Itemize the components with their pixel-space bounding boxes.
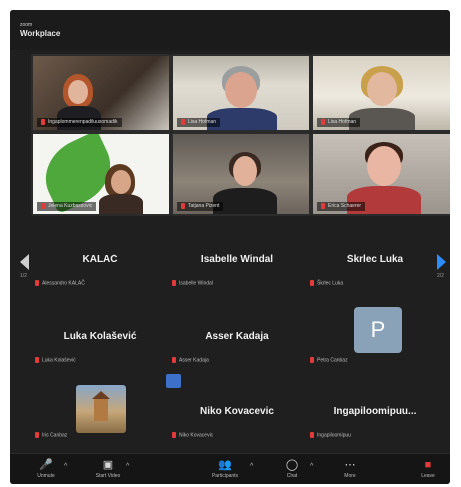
chevron-up-icon[interactable]: ^ bbox=[310, 463, 313, 470]
participant-label: Iris Canbaz bbox=[42, 432, 68, 438]
video-tile[interactable]: Jelena Kuzbassovic bbox=[31, 132, 171, 216]
participant-tile[interactable]: Luka Kolašević Luka Kolašević bbox=[35, 307, 165, 369]
video-label: Start Video bbox=[95, 473, 121, 479]
participant-label: Niko Kovacevic bbox=[179, 432, 214, 438]
video-tile-label: Lisa Hofman bbox=[188, 119, 217, 125]
muted-mic-icon bbox=[310, 279, 314, 286]
participant-label: Isabelle Windal bbox=[179, 280, 213, 286]
video-gallery: Ingaplommerenpadiluusomadik Lisa Hofman … bbox=[31, 54, 450, 216]
participant-name: Ingapiloomipuu... bbox=[333, 406, 417, 417]
muted-mic-icon bbox=[321, 118, 325, 125]
video-tile-label: Lisa Hofman bbox=[328, 119, 357, 125]
muted-mic-icon bbox=[181, 202, 185, 209]
video-tile-label: Jelena Kuzbassovic bbox=[48, 203, 93, 209]
muted-mic-icon bbox=[310, 356, 314, 363]
video-button[interactable]: ▣ Start Video bbox=[90, 457, 126, 483]
participant-label: Asser Kadaja bbox=[179, 357, 209, 363]
video-tile-label: Erica Schaerer bbox=[328, 203, 362, 209]
participant-label: Škrlec Luka bbox=[317, 280, 344, 286]
mic-off-icon: 🎤 bbox=[39, 459, 53, 471]
chat-button[interactable]: ◯ Chat bbox=[274, 457, 310, 483]
participant-name: Isabelle Windal bbox=[200, 254, 274, 265]
participant-tile[interactable]: Asser Kadaja Asser Kadaja bbox=[172, 307, 302, 369]
leave-label: Leave bbox=[421, 473, 435, 479]
meeting-toolbar: 🎤 Unmute ^ ▣ Start Video ^ 👥 Participant… bbox=[10, 453, 450, 484]
more-button[interactable]: ⋯ More bbox=[332, 457, 368, 483]
video-icon: ▣ bbox=[102, 459, 114, 471]
participant-name: Niko Kovacevic bbox=[200, 406, 274, 417]
participant-name: Asser Kadaja bbox=[205, 331, 269, 342]
previous-page-button[interactable]: 1/2 bbox=[17, 240, 33, 290]
muted-mic-icon bbox=[35, 356, 39, 363]
video-tile[interactable]: Lisa Hofman bbox=[311, 54, 450, 132]
mute-button[interactable]: 🎤 Unmute bbox=[28, 457, 64, 483]
more-label: More bbox=[344, 473, 356, 479]
title-bar: zoom Workplace bbox=[10, 10, 450, 50]
participant-tile[interactable]: Isabelle Windal Isabelle Windal bbox=[172, 230, 302, 292]
participants-label: Participants bbox=[211, 473, 239, 479]
participant-label: Alessandro KALAČ bbox=[42, 280, 85, 286]
participant-label: Ingapiloomipuu bbox=[317, 432, 351, 438]
mute-label: Unmute bbox=[37, 473, 55, 479]
arrow-left-icon bbox=[20, 254, 29, 270]
participant-tile[interactable]: KALAČ Alessandro KALAČ bbox=[35, 230, 165, 292]
participant-tile[interactable]: Ingapiloomipuu... Ingapiloomipuu bbox=[310, 382, 440, 444]
participant-tile[interactable]: Iris Canbaz bbox=[35, 382, 165, 444]
participant-tile[interactable]: Škrlec Luka Škrlec Luka bbox=[310, 230, 440, 292]
video-tile[interactable]: Tatjana Pizent bbox=[171, 132, 311, 216]
leave-icon: ■ bbox=[424, 459, 432, 471]
chevron-up-icon[interactable]: ^ bbox=[250, 463, 253, 470]
muted-mic-icon bbox=[310, 431, 314, 438]
muted-mic-icon bbox=[181, 118, 185, 125]
video-tile[interactable]: Erica Schaerer bbox=[311, 132, 450, 216]
more-icon: ⋯ bbox=[344, 459, 356, 471]
chat-label: Chat bbox=[286, 473, 298, 479]
chevron-up-icon[interactable]: ^ bbox=[126, 463, 129, 470]
video-tile[interactable]: Lisa Hofman bbox=[171, 54, 311, 132]
muted-mic-icon bbox=[35, 431, 39, 438]
participant-name: Škrlec Luka bbox=[346, 254, 404, 265]
participant-name: Luka Kolašević bbox=[63, 331, 137, 342]
participant-name: KALAČ bbox=[82, 254, 118, 265]
avatar: P bbox=[354, 307, 402, 353]
video-tile-label: Ingaplommerenpadiluusomadik bbox=[48, 119, 118, 125]
app-small-label: zoom bbox=[20, 22, 33, 28]
page-indicator: 1/2 bbox=[20, 273, 27, 279]
video-tile[interactable]: Ingaplommerenpadiluusomadik bbox=[31, 54, 171, 132]
muted-mic-icon bbox=[172, 431, 176, 438]
participants-button[interactable]: 👥 Participants bbox=[200, 457, 250, 483]
window-title: Workplace bbox=[20, 29, 61, 38]
muted-mic-icon bbox=[172, 279, 176, 286]
muted-mic-icon bbox=[41, 202, 45, 209]
meeting-window: zoom Workplace Ingaplommerenpadiluusomad… bbox=[10, 10, 450, 484]
muted-mic-icon bbox=[35, 279, 39, 286]
participant-label: Petra Canbaz bbox=[317, 357, 348, 363]
chevron-up-icon[interactable]: ^ bbox=[64, 463, 67, 470]
video-tile-label: Tatjana Pizent bbox=[188, 203, 220, 209]
muted-mic-icon bbox=[172, 356, 176, 363]
muted-mic-icon bbox=[321, 202, 325, 209]
participants-icon: 👥 bbox=[218, 459, 232, 471]
chat-icon: ◯ bbox=[285, 459, 299, 471]
muted-mic-icon bbox=[41, 118, 45, 125]
participant-tile[interactable]: Niko Kovacevic Niko Kovacevic bbox=[172, 382, 302, 444]
participant-label: Luka Kolašević bbox=[42, 357, 76, 363]
leave-button[interactable]: ■ Leave bbox=[410, 457, 446, 483]
